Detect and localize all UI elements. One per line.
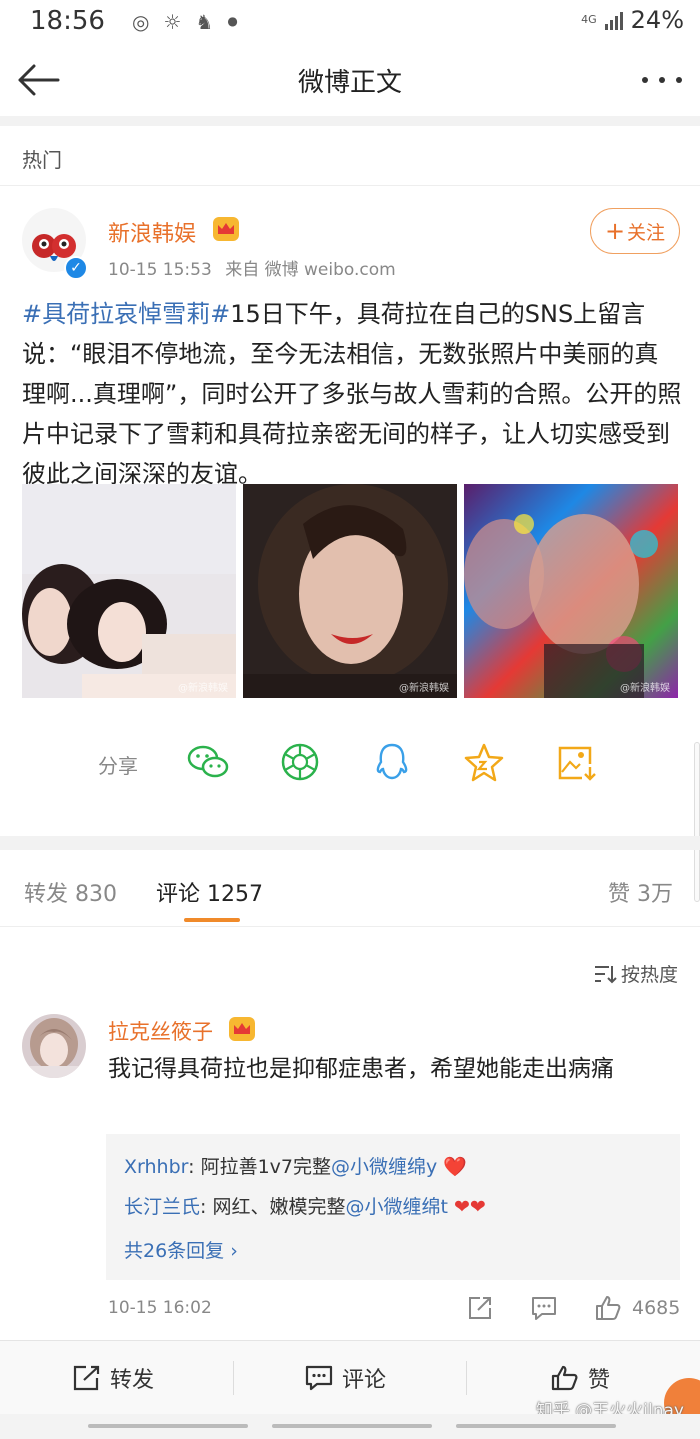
post-image-2[interactable]: @新浪韩娱 [243,484,457,698]
more-options-icon[interactable] [642,58,682,102]
tab-like[interactable]: 赞 3万 [608,876,673,908]
active-tab-indicator [184,918,240,922]
app-notification-icon: ♞ [195,10,214,34]
post-source: 来自 微博 weibo.com [225,260,396,280]
image-watermark: @新浪韩娱 [399,683,449,694]
system-navigation-bar [0,1414,700,1439]
nav-pill[interactable] [456,1424,616,1428]
vip-crown-icon [213,217,239,241]
reply-text: 网红、嫩模完整 [212,1196,346,1218]
sort-icon [594,965,617,983]
scroll-indicator[interactable] [694,742,700,902]
repost-label: 转发 [110,1368,155,1393]
reply-preview-box[interactable]: Xrhhbr: 阿拉善1v7完整@小微缠绵y ❤️ 长汀兰氏: 网红、嫩模完整@… [106,1134,680,1280]
comment-text: 我记得具荷拉也是抑郁症患者，希望她能走出病痛 [108,1056,614,1082]
divider [466,1361,467,1395]
reply-mention[interactable]: @小微缠绵t [345,1196,447,1218]
dot-icon: ● [227,14,238,28]
reply-item: 长汀兰氏: 网红、嫩模完整@小微缠绵t ❤❤ [124,1196,486,1218]
post-text: 15日下午，具荷拉在自己的SNS上留言说：“眼泪不停地流，至今无法相信，无数张照… [22,300,682,488]
follow-label: 关注 [627,221,666,244]
comment-time: 10-15 16:02 [108,1298,212,1318]
reply-mention[interactable]: @小微缠绵y [331,1156,437,1178]
repost-icon [73,1365,100,1391]
tab-comment[interactable]: 评论 1257 [156,876,263,908]
image-watermark: @新浪韩娱 [620,683,670,694]
tab-repost[interactable]: 转发 830 [24,876,117,908]
divider [0,836,700,850]
reply-user[interactable]: 长汀兰氏 [124,1196,200,1218]
divider [0,926,700,927]
moments-icon[interactable] [278,742,322,782]
comment-button[interactable]: 评论 [304,1341,386,1415]
comment-like-count: 4685 [632,1297,681,1319]
author-name[interactable]: 新浪韩娱 [108,216,196,248]
image-watermark: @新浪韩娱 [178,683,228,694]
reply-item: Xrhhbr: 阿拉善1v7完整@小微缠绵y ❤️ [124,1156,467,1178]
view-all-replies-link[interactable]: 共26条回复 › [124,1236,238,1263]
commenter-avatar[interactable] [22,1014,86,1078]
verified-badge-icon: ✓ [64,256,88,280]
status-time: 18:56 [30,6,105,36]
heart-emoji: ❤️ [443,1156,467,1178]
hashtag-link[interactable]: #具荷拉哀悼雪莉# [22,300,230,328]
top-nav-bar: 微博正文 [0,44,700,116]
divider [0,116,700,126]
repost-button[interactable]: 转发 [72,1341,154,1415]
share-label: 分享 [98,754,138,778]
reply-user[interactable]: Xrhhbr [124,1156,188,1178]
nav-pill[interactable] [272,1424,432,1428]
commenter-name[interactable]: 拉克丝筱子 [108,1016,213,1046]
like-label: 赞 [588,1368,611,1393]
follow-button[interactable]: + 关注 [590,208,680,254]
battery-level: 24% [630,6,684,34]
save-image-icon[interactable] [554,742,598,782]
sort-by-hot-button[interactable]: 按热度 [593,960,678,987]
page-title: 微博正文 [297,68,402,98]
sort-label: 按热度 [620,964,678,986]
comment-label: 评论 [342,1368,387,1393]
nav-pill[interactable] [88,1424,248,1428]
heart-emoji: ❤❤ [453,1196,486,1218]
status-bar: 18:56 ◎ ☼ ♞ ● 4G 24% [0,0,700,44]
reply-text: 阿拉善1v7完整 [200,1156,331,1178]
comment-icon [305,1365,333,1391]
weibo-notification-icon: ◎ [132,10,150,34]
signal-icon [604,10,623,30]
network-type: 4G [581,13,597,26]
qq-icon[interactable] [370,742,414,782]
post-time: 10-15 15:53 [108,260,212,280]
hot-section-header: 热门 [0,126,700,186]
hot-label: 热门 [22,148,62,172]
comment-reply-icon[interactable] [530,1294,558,1322]
like-icon [551,1365,578,1391]
plus-icon: + [604,217,626,245]
weather-sun-icon: ☼ [163,10,182,34]
post-body: #具荷拉哀悼雪莉#15日下午，具荷拉在自己的SNS上留言说：“眼泪不停地流，至今… [22,294,682,494]
wechat-icon[interactable] [186,742,230,782]
favorite-star-icon[interactable] [462,742,506,782]
weibo-post-page: 18:56 ◎ ☼ ♞ ● 4G 24% 微博正文 热门 ✓ 新浪韩娱 10-1… [0,0,700,1439]
post-image-3[interactable]: @新浪韩娱 [464,484,678,698]
vip-crown-icon [229,1017,255,1041]
divider [233,1361,234,1395]
comment-like-icon[interactable] [594,1294,622,1322]
post-image-1[interactable]: @新浪韩娱 [22,484,236,698]
comment-share-icon[interactable] [466,1294,494,1322]
